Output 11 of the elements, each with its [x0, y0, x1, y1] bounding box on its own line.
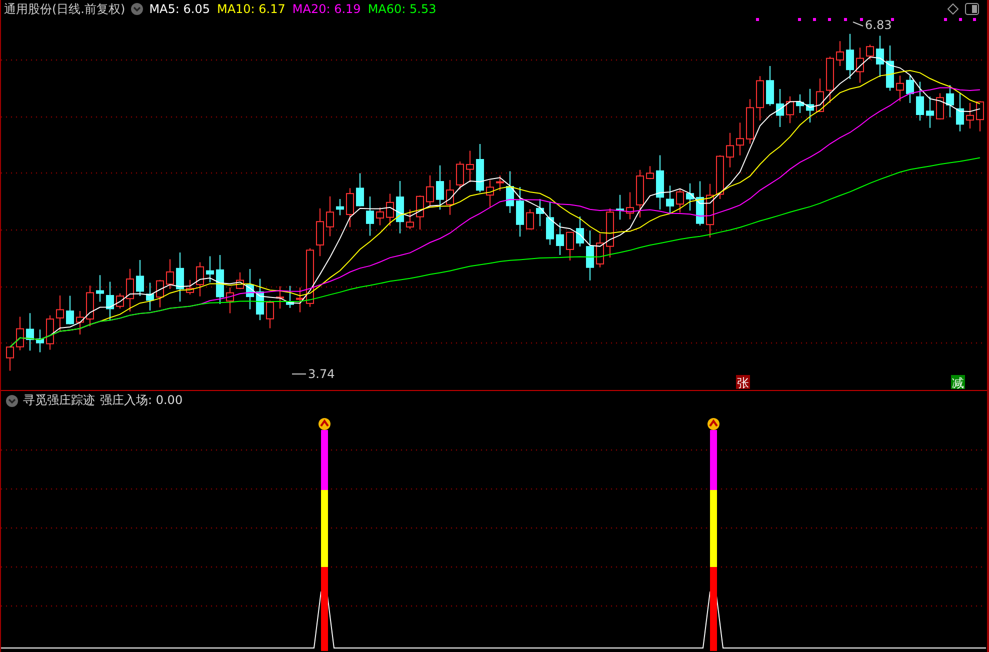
high-price-label: 6.83 [865, 18, 892, 32]
moving-average-reading: MA5: 6.05 [149, 2, 210, 16]
indicator-name: 寻觅强庄踪迹 [23, 392, 95, 409]
stock-title: 通用股份(日线.前复权) [4, 0, 126, 18]
low-price-label: 3.74 [308, 367, 335, 381]
signal-badge: 减 [951, 375, 965, 390]
moving-average-reading: MA20: 6.19 [292, 2, 361, 16]
indicator-reading: 强庄入场: 0.00 [100, 392, 183, 409]
moving-average-reading: MA60: 5.53 [368, 2, 436, 16]
signal-badge: 张 [736, 375, 750, 390]
moving-average-reading: MA10: 6.17 [216, 2, 286, 16]
